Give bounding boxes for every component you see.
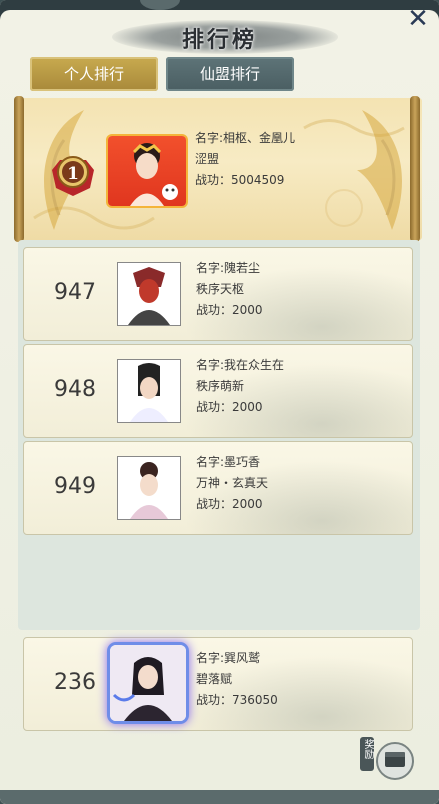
page-title: 排行榜 [181,27,257,53]
ranking-panel: 排行榜 ✕ 个人排行 仙盟排行 1 名字:相枢、金凰儿 涩盟 战功：500450… [0,0,439,804]
player-avatar[interactable] [117,359,181,423]
bottom-frame [0,790,439,804]
my-ranking-row[interactable]: 236 名字:巽风鹫 碧落赋 战功：736050 [23,637,413,731]
player-name: 名字:墨巧香 [196,455,261,469]
rank-number: 949 [54,474,96,499]
character-portrait-icon [110,645,186,721]
player-power: 战功：2000 [196,400,263,414]
player-info: 名字:墨巧香 万神・玄真天 战功：2000 [196,452,268,515]
player-alliance: 秩序天枢 [196,282,245,296]
first-place-avatar[interactable] [108,136,186,206]
tab-personal-ranking[interactable]: 个人排行 [30,57,158,91]
phoenix-right-icon [357,110,402,230]
my-rank-number: 236 [54,670,96,695]
player-avatar[interactable] [117,456,181,520]
my-power: 战功：736050 [196,693,278,707]
player-name: 名字:隗若尘 [196,261,261,275]
rank-medal-icon: 1 [52,156,94,196]
first-place-power: 战功：5004509 [195,173,285,187]
character-portrait-icon [130,462,168,519]
rank-number: 948 [54,377,96,402]
scroll-rod-left [14,96,24,242]
reward-label: 奖励 [362,739,373,759]
player-power: 战功：2000 [196,303,263,317]
player-info: 名字:我在众生在 秩序萌新 战功：2000 [196,355,284,418]
first-place-info: 名字:相枢、金凰儿 涩盟 战功：5004509 [195,128,295,191]
my-info: 名字:巽风鹫 碧落赋 战功：736050 [196,648,278,711]
character-portrait-icon [128,267,170,325]
character-portrait-icon [130,363,168,422]
ranking-row[interactable]: 948 名字:我在众生在 秩序萌新 战功：2000 [23,344,413,438]
player-avatar[interactable] [117,262,181,326]
close-icon[interactable]: ✕ [404,6,432,34]
character-portrait-icon [130,143,178,206]
ranking-row[interactable]: 949 名字:墨巧香 万神・玄真天 战功：2000 [23,441,413,535]
player-alliance: 秩序萌新 [196,379,245,393]
first-place-name: 名字:相枢、金凰儿 [195,131,296,145]
player-power: 战功：2000 [196,497,263,511]
player-name: 名字:我在众生在 [196,358,285,372]
player-alliance: 万神・玄真天 [196,476,269,490]
reward-button[interactable]: 奖励 [358,735,418,781]
my-name: 名字:巽风鹫 [196,651,261,665]
player-info: 名字:隗若尘 秩序天枢 战功：2000 [196,258,263,321]
ranking-row[interactable]: 947 名字:隗若尘 秩序天枢 战功：2000 [23,247,413,341]
first-place-alliance: 涩盟 [195,152,220,166]
tab-alliance-ranking[interactable]: 仙盟排行 [166,57,294,91]
rank-number: 947 [54,280,96,305]
my-alliance: 碧落赋 [196,672,233,686]
my-avatar[interactable] [110,645,186,721]
first-rank-number: 1 [67,164,79,184]
